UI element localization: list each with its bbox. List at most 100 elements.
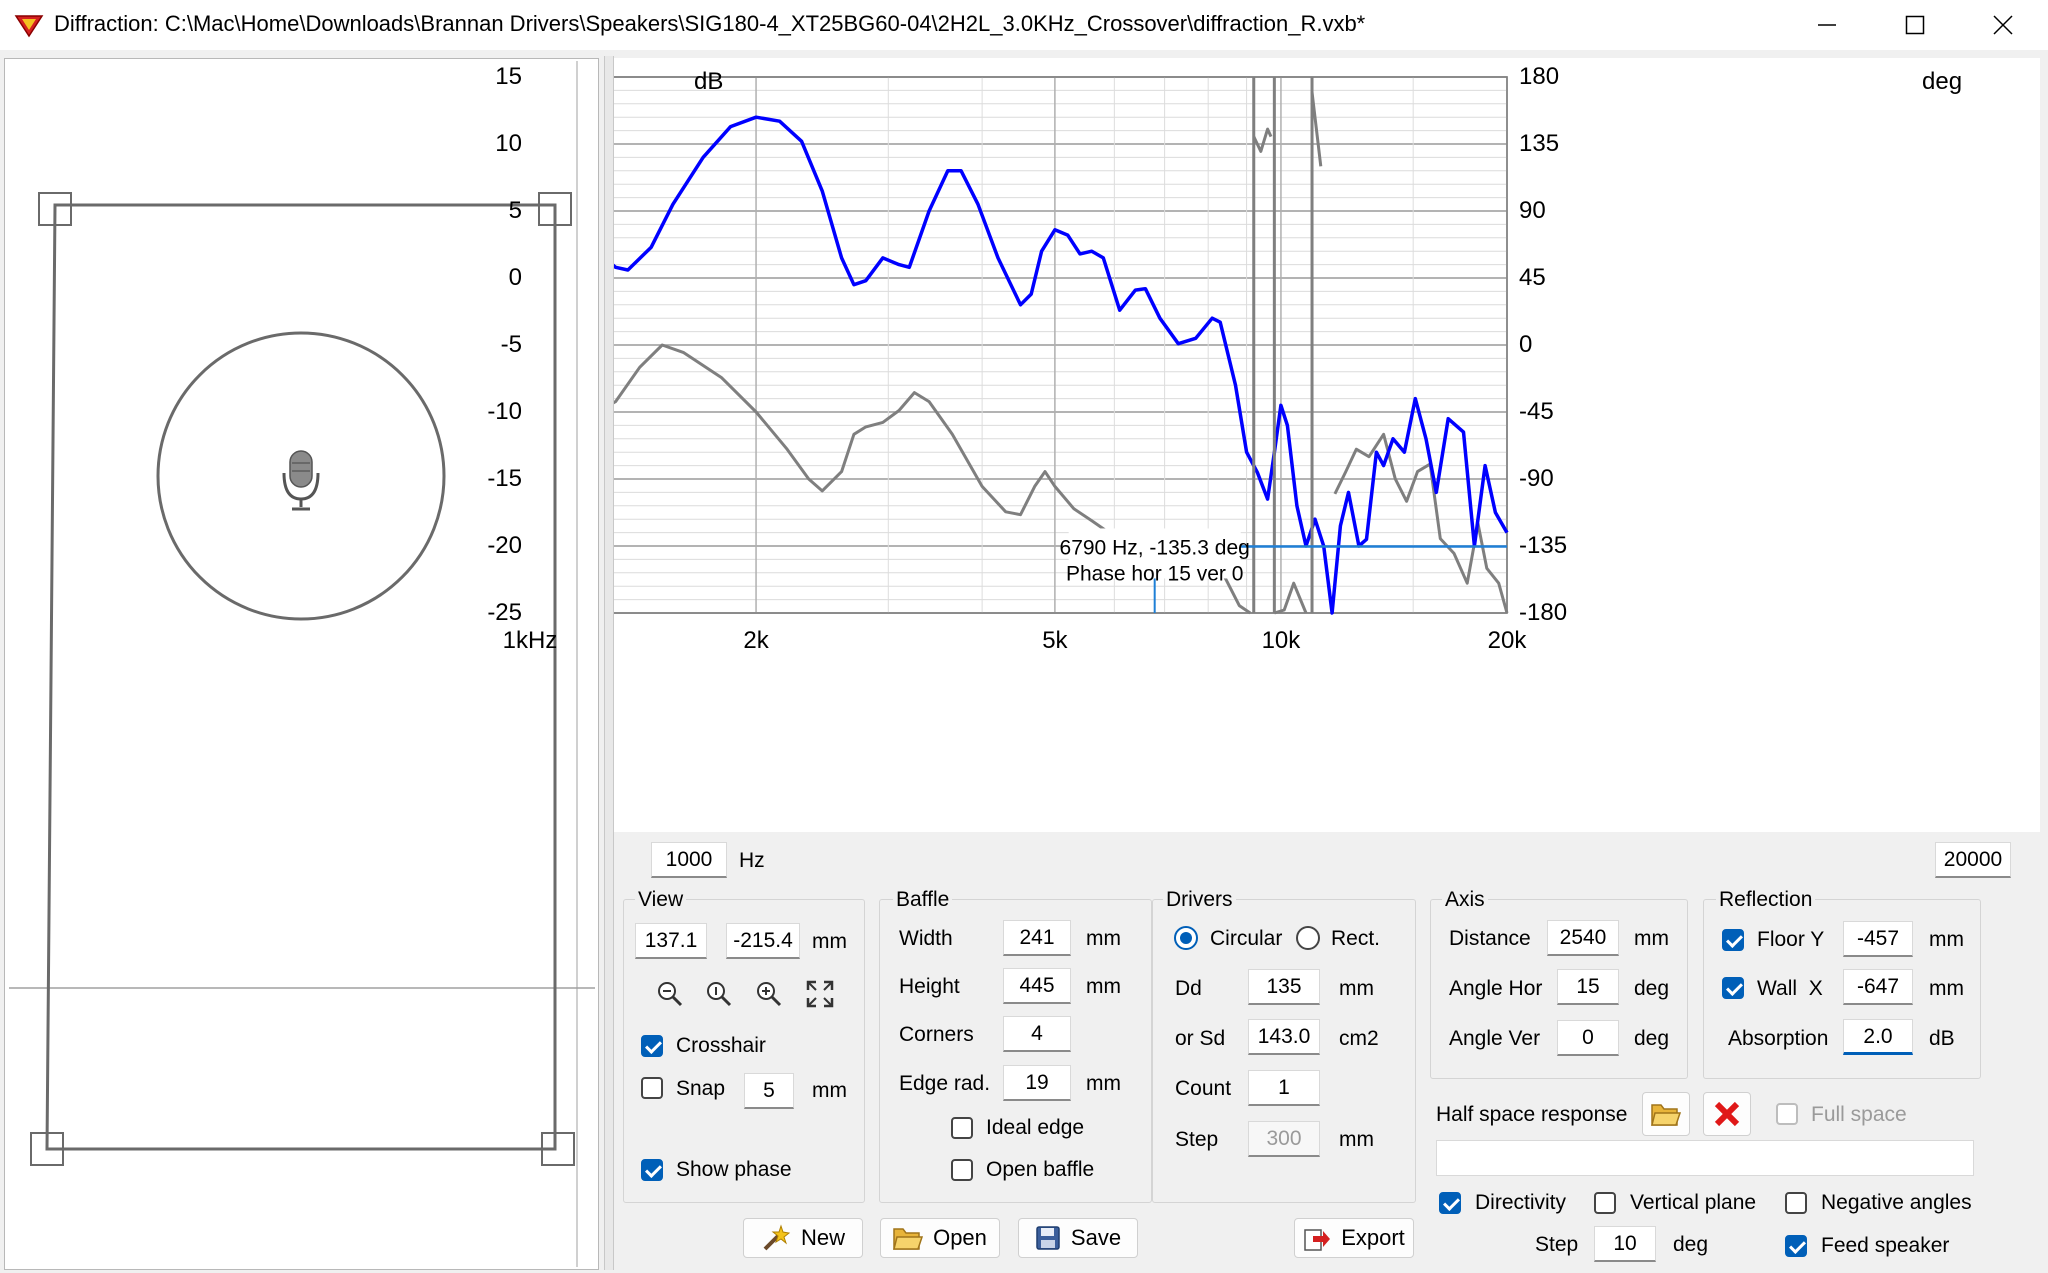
x-tick-label: 10k — [1261, 627, 1301, 654]
zoom-in-button[interactable] — [749, 974, 789, 1014]
freq-min-input[interactable]: 1000 — [651, 842, 727, 878]
open-baffle-checkbox[interactable] — [951, 1159, 973, 1181]
cursor-label-line1: 6790 Hz, -135.3 deg — [1060, 536, 1250, 559]
y-left-tick-label: -20 — [487, 532, 522, 559]
absorption-unit: dB — [1929, 1027, 1955, 1050]
half-space-file-field[interactable] — [1436, 1140, 1974, 1176]
feed-speaker-checkbox[interactable] — [1785, 1235, 1807, 1257]
zoom-out-button[interactable] — [650, 974, 690, 1014]
new-button[interactable]: New — [743, 1218, 863, 1258]
snap-checkbox[interactable] — [641, 1077, 663, 1099]
y-left-tick-label: -25 — [487, 599, 522, 626]
full-space-checkbox[interactable] — [1776, 1103, 1798, 1125]
edge-radius-label: Edge rad. — [899, 1072, 991, 1095]
save-button[interactable]: Save — [1018, 1218, 1138, 1258]
crosshair-checkbox[interactable] — [641, 1035, 663, 1057]
microphone-icon — [282, 450, 320, 511]
view-y-field[interactable]: -215.4 — [726, 923, 800, 959]
y-left-tick-label: 0 — [508, 264, 522, 291]
angle-hor-unit: deg — [1634, 977, 1670, 1000]
width-label: Width — [899, 927, 953, 950]
baffle-preview-pane[interactable] — [4, 58, 599, 1270]
open-half-space-button[interactable] — [1642, 1092, 1690, 1136]
angle-ver-label: Angle Ver — [1449, 1027, 1541, 1050]
y-left-tick-label: -15 — [487, 465, 522, 492]
open-button[interactable]: Open — [880, 1218, 1000, 1258]
floor-label: Floor Y — [1757, 928, 1825, 951]
y-right-tick-label: 90 — [1519, 197, 1546, 224]
zoom-one-icon — [707, 982, 732, 1007]
ideal-edge-label: Ideal edge — [986, 1116, 1085, 1139]
y-right-tick-label: 180 — [1519, 63, 1560, 90]
expand-icon — [806, 980, 834, 1008]
directivity-step-label: Step — [1535, 1233, 1579, 1256]
edge-radius-field[interactable]: 19 — [1003, 1065, 1071, 1101]
directivity-label: Directivity — [1475, 1191, 1567, 1214]
width-field[interactable]: 241 — [1003, 920, 1071, 956]
rect-label: Rect. — [1331, 927, 1381, 950]
distance-unit: mm — [1634, 927, 1669, 950]
y-left-tick-label: 5 — [508, 197, 522, 224]
x-tick-label: 20k — [1487, 627, 1527, 654]
height-unit: mm — [1086, 975, 1121, 998]
view-x-field[interactable]: 137.1 — [635, 923, 707, 959]
negative-angles-checkbox[interactable] — [1785, 1192, 1807, 1214]
x-tick-label: 1kHz — [502, 627, 558, 654]
fit-view-button[interactable] — [800, 974, 840, 1014]
wall-field[interactable]: -647 — [1843, 969, 1913, 1005]
angle-ver-field[interactable]: 0 — [1557, 1020, 1619, 1056]
response-chart[interactable]: 6790 Hz, -135.3 deg Phase hor 15 ver 0 — [614, 58, 2040, 832]
snap-field[interactable]: 5 — [744, 1073, 794, 1109]
view-unit: mm — [812, 930, 847, 953]
maximize-button[interactable] — [1870, 0, 1960, 50]
pane-splitter[interactable] — [604, 56, 614, 1270]
dd-label: Dd — [1175, 977, 1202, 1000]
save-button-label: Save — [1070, 1225, 1122, 1250]
rect-radio[interactable] — [1296, 926, 1320, 950]
close-button[interactable] — [1958, 0, 2048, 50]
step-unit: mm — [1339, 1128, 1374, 1151]
zoom-reset-button[interactable] — [699, 974, 739, 1014]
wall-checkbox[interactable] — [1722, 977, 1744, 999]
dd-field[interactable]: 135 — [1248, 969, 1320, 1005]
angle-ver-unit: deg — [1634, 1027, 1670, 1050]
show-phase-label: Show phase — [676, 1158, 792, 1181]
export-button[interactable]: Export — [1294, 1218, 1414, 1258]
circular-radio[interactable] — [1174, 926, 1198, 950]
count-field[interactable]: 1 — [1248, 1070, 1320, 1106]
baffle-outline — [45, 203, 557, 1151]
floor-checkbox[interactable] — [1722, 929, 1744, 951]
reflection-legend: Reflection — [1716, 888, 1816, 912]
directivity-step-unit: deg — [1673, 1233, 1709, 1256]
zoom-out-icon — [658, 982, 683, 1007]
y-left-unit-label: dB — [694, 68, 724, 95]
distance-field[interactable]: 2540 — [1547, 920, 1619, 956]
snap-label: Snap — [676, 1077, 726, 1100]
corners-label: Corners — [899, 1023, 974, 1046]
folder-open-icon — [1651, 1104, 1681, 1126]
floor-field[interactable]: -457 — [1843, 921, 1913, 957]
step-field[interactable]: 300 — [1248, 1121, 1320, 1157]
ideal-edge-checkbox[interactable] — [951, 1117, 973, 1139]
y-right-tick-label: -135 — [1519, 532, 1568, 559]
sd-field[interactable]: 143.0 — [1248, 1019, 1320, 1055]
clear-half-space-button[interactable] — [1703, 1092, 1751, 1136]
minimize-button[interactable] — [1782, 0, 1872, 50]
absorption-field[interactable]: 2.0 — [1843, 1019, 1913, 1055]
drivers-legend: Drivers — [1163, 888, 1236, 912]
freq-min-unit: Hz — [739, 849, 765, 872]
open-baffle-label: Open baffle — [986, 1158, 1095, 1181]
floppy-disk-icon — [1036, 1226, 1060, 1250]
corners-field[interactable]: 4 — [1003, 1016, 1071, 1052]
baffle-drawing[interactable] — [5, 59, 598, 1269]
height-field[interactable]: 445 — [1003, 968, 1071, 1004]
y-left-tick-label: -10 — [487, 398, 522, 425]
chart-area[interactable]: 6790 Hz, -135.3 deg Phase hor 15 ver 0 dB… — [487, 58, 2040, 832]
y-right-tick-label: -90 — [1519, 465, 1554, 492]
freq-max-input[interactable]: 20000 — [1935, 842, 2011, 878]
angle-hor-field[interactable]: 15 — [1557, 969, 1619, 1005]
directivity-checkbox[interactable] — [1439, 1192, 1461, 1214]
directivity-step-field[interactable]: 10 — [1594, 1226, 1656, 1262]
show-phase-checkbox[interactable] — [641, 1159, 663, 1181]
vertical-plane-checkbox[interactable] — [1594, 1192, 1616, 1214]
